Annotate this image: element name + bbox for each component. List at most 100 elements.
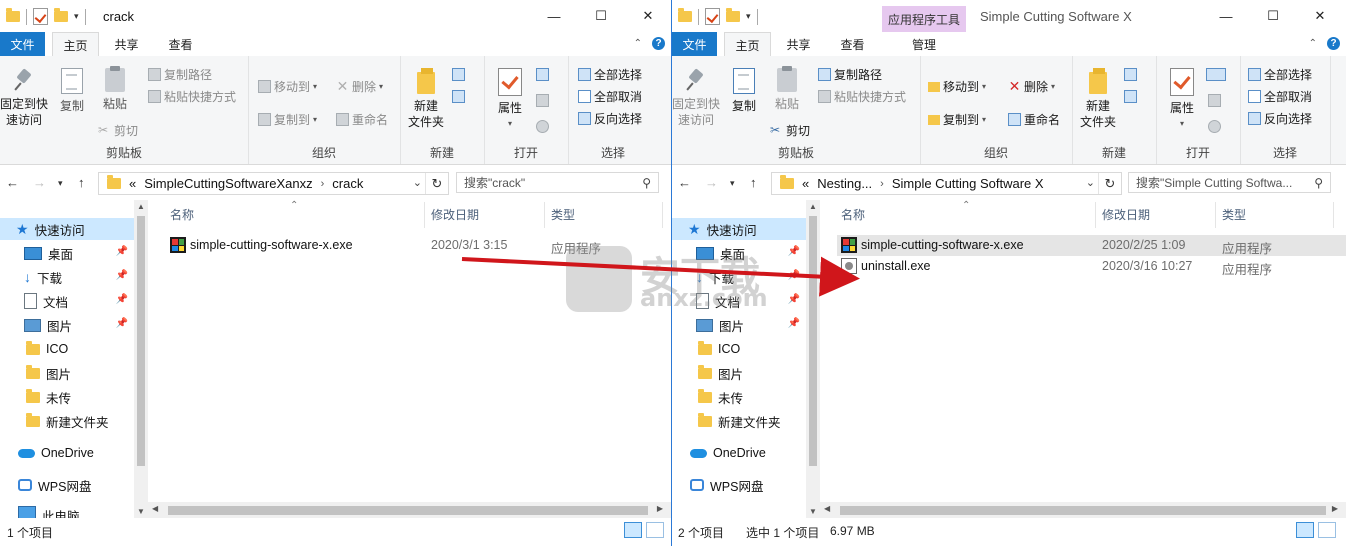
pin-icon[interactable]: 📌 — [116, 318, 128, 329]
properties-button[interactable]: 属性 ▾ — [492, 68, 528, 132]
pin-icon[interactable]: 📌 — [116, 270, 128, 281]
paste-button[interactable]: 粘贴 — [95, 66, 135, 112]
select-all-button[interactable]: 全部选择 — [1248, 66, 1312, 83]
scroll-thumb[interactable] — [840, 506, 1326, 515]
chevron-down-icon[interactable]: ⌄ — [413, 176, 422, 189]
copy-button[interactable]: 复制 — [724, 68, 764, 114]
tab-manage[interactable]: 管理 — [882, 32, 966, 56]
column-header-name[interactable]: 名称 — [170, 206, 194, 223]
copy-to-button[interactable]: 复制到 ▾ — [928, 111, 986, 128]
nav-item-pictures-folder[interactable]: 图片 — [698, 362, 808, 384]
divider[interactable] — [662, 202, 663, 228]
address-bar[interactable]: « SimpleCuttingSoftwareXanxz › crack ⌄ ↻ — [98, 172, 449, 195]
close-button[interactable]: ✕ — [1297, 0, 1343, 32]
divider[interactable] — [1215, 202, 1216, 228]
nav-item-ico[interactable]: ICO — [698, 338, 808, 360]
scroll-thumb[interactable] — [137, 216, 145, 466]
tab-view[interactable]: 查看 — [830, 32, 875, 56]
chevron-down-icon[interactable]: ⌄ — [1086, 176, 1095, 189]
breadcrumb-item[interactable]: SimpleCuttingSoftwareXanxz — [144, 176, 312, 191]
delete-button[interactable]: ✕ 删除 ▾ — [336, 78, 383, 95]
scroll-up-icon[interactable]: ▲ — [134, 202, 148, 211]
select-all-button[interactable]: 全部选择 — [578, 66, 642, 83]
nav-item-ico[interactable]: ICO — [26, 338, 136, 360]
scroll-left-icon[interactable]: ◀ — [152, 504, 158, 513]
nav-item-pictures-folder[interactable]: 图片 — [26, 362, 136, 384]
new-folder-button[interactable]: 新建 文件夹 — [404, 68, 448, 130]
history-icon[interactable] — [536, 120, 549, 133]
select-none-button[interactable]: 全部取消 — [578, 88, 642, 105]
maximize-button[interactable]: ☐ — [1250, 0, 1296, 32]
pin-icon[interactable]: 📌 — [788, 294, 800, 305]
cut-button[interactable]: ✂ 剪切 — [98, 122, 138, 139]
large-icons-view-button[interactable] — [646, 522, 664, 538]
nav-item-quick-access[interactable]: ★ 快速访问 — [672, 218, 806, 240]
divider[interactable] — [424, 202, 425, 228]
properties-button[interactable]: 属性 ▾ — [1164, 68, 1200, 132]
collapse-ribbon-icon[interactable]: ⌃ — [634, 38, 642, 49]
breadcrumb-item[interactable]: Nesting... — [817, 176, 872, 191]
scroll-thumb[interactable] — [809, 216, 817, 466]
large-icons-view-button[interactable] — [1318, 522, 1336, 538]
properties-icon[interactable] — [33, 8, 48, 25]
up-button[interactable]: ↑ — [750, 175, 757, 190]
new-item-icon[interactable] — [452, 68, 465, 81]
move-to-button[interactable]: 移动到 ▾ — [928, 78, 986, 95]
scroll-up-icon[interactable]: ▲ — [806, 202, 820, 211]
edit-icon[interactable] — [536, 94, 549, 107]
close-button[interactable]: ✕ — [625, 0, 671, 32]
tab-view[interactable]: 查看 — [158, 32, 203, 56]
application-tools-tab[interactable]: 应用程序工具 — [882, 6, 966, 32]
nav-item-quick-access[interactable]: ★ 快速访问 — [0, 218, 134, 240]
rename-button[interactable]: 重命名 — [1008, 111, 1060, 128]
scroll-down-icon[interactable]: ▼ — [134, 507, 148, 516]
file-row[interactable]: uninstall.exe 2020/3/16 10:27 应用程序 — [837, 256, 1346, 277]
tab-file[interactable]: 文件 — [672, 32, 717, 56]
scroll-right-icon[interactable]: ▶ — [1332, 504, 1338, 513]
chevron-right-icon[interactable]: › — [321, 178, 325, 190]
breadcrumb-item[interactable]: crack — [332, 176, 363, 191]
pin-icon[interactable]: 📌 — [116, 246, 128, 257]
chevron-right-icon[interactable]: › — [880, 178, 884, 190]
search-box[interactable]: 搜索"crack" ⚲ — [456, 172, 659, 193]
help-icon[interactable]: ? — [1327, 37, 1340, 50]
address-bar[interactable]: « Nesting... › Simple Cutting Software X… — [771, 172, 1122, 195]
nav-item-this-pc[interactable]: 此电脑 — [18, 506, 134, 518]
nav-item-untransferred[interactable]: 未传 — [698, 386, 808, 408]
paste-shortcut-button[interactable]: 粘贴快捷方式 — [148, 88, 236, 105]
chevron-down-icon[interactable]: ▾ — [74, 11, 79, 22]
nav-scrollbar[interactable]: ▲ ▼ — [806, 200, 820, 518]
nav-item-new-folder[interactable]: 新建文件夹 — [26, 410, 136, 432]
forward-button[interactable]: → — [33, 175, 46, 190]
select-none-button[interactable]: 全部取消 — [1248, 88, 1312, 105]
pin-icon[interactable]: 📌 — [788, 318, 800, 329]
copy-path-button[interactable]: 复制路径 — [148, 66, 212, 83]
nav-item-new-folder[interactable]: 新建文件夹 — [698, 410, 808, 432]
pin-icon[interactable]: 📌 — [788, 270, 800, 281]
pin-icon[interactable]: 📌 — [788, 246, 800, 257]
divider[interactable] — [544, 202, 545, 228]
column-header-modified[interactable]: 修改日期 — [1102, 206, 1150, 223]
recent-locations-button[interactable]: ▾ — [58, 178, 63, 189]
properties-icon[interactable] — [705, 8, 720, 25]
collapse-ribbon-icon[interactable]: ⌃ — [1309, 38, 1317, 49]
nav-item-untransferred[interactable]: 未传 — [26, 386, 136, 408]
new-item-icon[interactable] — [1124, 68, 1137, 81]
cut-button[interactable]: ✂ 剪切 — [770, 122, 810, 139]
edit-icon[interactable] — [1208, 94, 1221, 107]
new-folder-icon[interactable] — [726, 8, 740, 22]
back-button[interactable]: ← — [678, 175, 691, 190]
details-view-button[interactable] — [1296, 522, 1314, 538]
forward-button[interactable]: → — [705, 175, 718, 190]
delete-button[interactable]: ✕ 删除 ▾ — [1008, 78, 1055, 95]
back-button[interactable]: ← — [6, 175, 19, 190]
new-folder-icon[interactable] — [54, 8, 68, 22]
horizontal-scrollbar[interactable]: ◀ ▶ — [820, 502, 1346, 518]
minimize-button[interactable]: — — [1203, 0, 1249, 32]
nav-item-onedrive[interactable]: OneDrive — [18, 442, 134, 464]
easy-access-icon[interactable] — [1124, 90, 1137, 103]
up-button[interactable]: ↑ — [78, 175, 85, 190]
open-icon[interactable] — [1206, 68, 1226, 81]
minimize-button[interactable]: — — [531, 0, 577, 32]
tab-home[interactable]: 主页 — [52, 32, 99, 57]
